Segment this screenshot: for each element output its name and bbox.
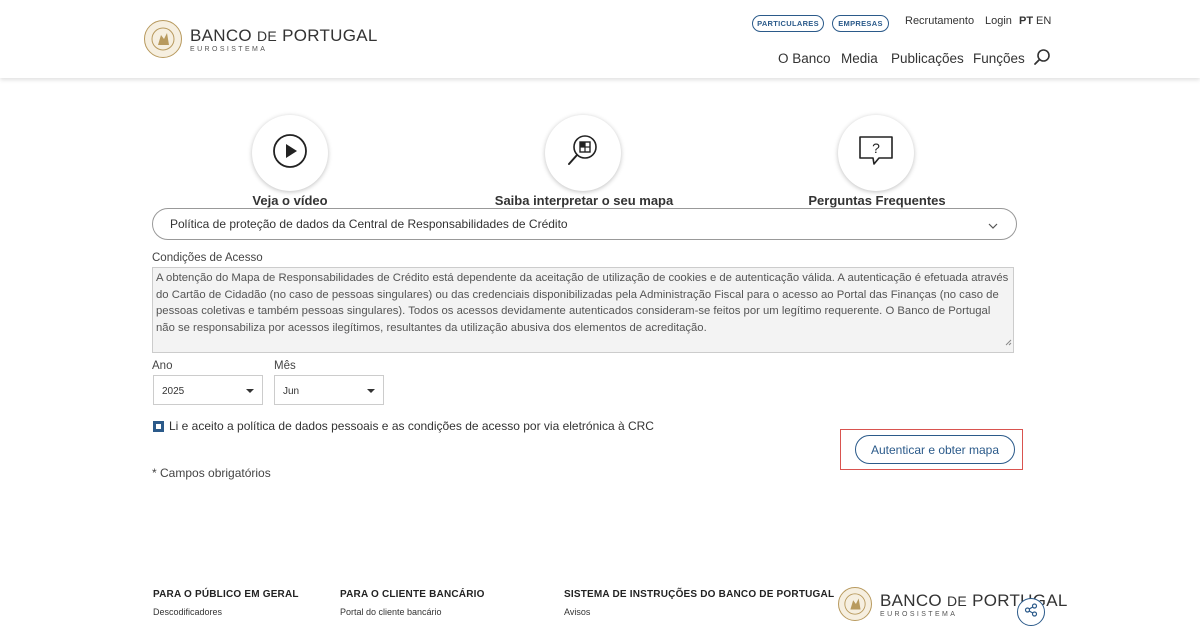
footer-link-portal[interactable]: Portal do cliente bancário (340, 607, 442, 617)
play-icon (272, 133, 308, 174)
interpret-map-label[interactable]: Saiba interpretar o seu mapa (495, 193, 673, 208)
footer-heading-public: PARA O PÚBLICO EM GERAL (153, 589, 299, 600)
recruitment-link[interactable]: Recrutamento (905, 15, 974, 27)
empresas-button[interactable]: EMPRESAS (832, 15, 889, 32)
resize-handle-icon[interactable] (1005, 335, 1012, 352)
required-fields-note: * Campos obrigatórios (152, 466, 271, 480)
year-select-value: 2025 (162, 386, 185, 397)
authenticate-button[interactable]: Autenticar e obter mapa (855, 435, 1015, 464)
nav-o-banco[interactable]: O Banco (778, 51, 831, 66)
conditions-label: Condições de Acesso (152, 252, 263, 264)
particulares-button[interactable]: PARTICULARES (752, 15, 824, 32)
footer-heading-client: PARA O CLIENTE BANCÁRIO (340, 589, 485, 600)
lang-en-link[interactable]: EN (1036, 15, 1051, 27)
conditions-textarea[interactable]: A obtenção do Mapa de Responsabilidades … (152, 267, 1014, 353)
logo-subtitle: EUROSISTEMA (190, 45, 268, 53)
nav-publicacoes[interactable]: Publicações (891, 51, 964, 66)
site-header: BANCO DE PORTUGAL EUROSISTEMA PARTICULAR… (0, 0, 1200, 78)
bank-emblem-icon (838, 587, 872, 621)
caret-down-icon (246, 389, 254, 393)
nav-media[interactable]: Media (841, 51, 878, 66)
month-select-value: Jun (283, 386, 300, 397)
caret-down-icon (367, 389, 375, 393)
lang-pt-link[interactable]: PT (1019, 15, 1033, 27)
share-button[interactable] (1017, 598, 1045, 626)
policy-select[interactable]: Política de proteção de dados da Central… (152, 208, 1017, 240)
video-button[interactable] (252, 115, 328, 191)
chevron-down-icon (988, 218, 998, 236)
faq-label[interactable]: Perguntas Frequentes (808, 193, 945, 208)
consent-label[interactable]: Li e aceito a política de dados pessoais… (169, 419, 654, 433)
conditions-text: A obtenção do Mapa de Responsabilidades … (156, 272, 1009, 334)
question-bubble-icon: ? (857, 134, 895, 173)
login-link[interactable]: Login (985, 15, 1012, 27)
interpret-map-button[interactable] (545, 115, 621, 191)
month-select[interactable]: Jun (274, 375, 384, 405)
footer-heading-instructions: SISTEMA DE INSTRUÇÕES DO BANCO DE PORTUG… (564, 589, 835, 600)
footer-link-descodificadores[interactable]: Descodificadores (153, 607, 222, 617)
year-label: Ano (152, 360, 173, 372)
search-icon[interactable] (1033, 48, 1051, 71)
share-icon (1024, 602, 1038, 622)
consent-checkbox[interactable] (153, 421, 164, 432)
bank-logo[interactable]: BANCO DE PORTUGAL EUROSISTEMA (144, 20, 378, 58)
year-select[interactable]: 2025 (153, 375, 263, 405)
policy-select-value: Política de proteção de dados da Central… (170, 217, 568, 231)
month-label: Mês (274, 360, 296, 372)
nav-funcoes[interactable]: Funções (973, 51, 1025, 66)
checkbox-check-icon (156, 424, 161, 429)
svg-text:?: ? (872, 140, 880, 156)
faq-button[interactable]: ? (838, 115, 914, 191)
logo-wordmark: BANCO DE PORTUGAL (190, 25, 378, 45)
magnifier-icon (565, 133, 601, 174)
video-label[interactable]: Veja o vídeo (252, 193, 327, 208)
bank-emblem-icon (144, 20, 182, 58)
footer-link-avisos[interactable]: Avisos (564, 607, 590, 617)
